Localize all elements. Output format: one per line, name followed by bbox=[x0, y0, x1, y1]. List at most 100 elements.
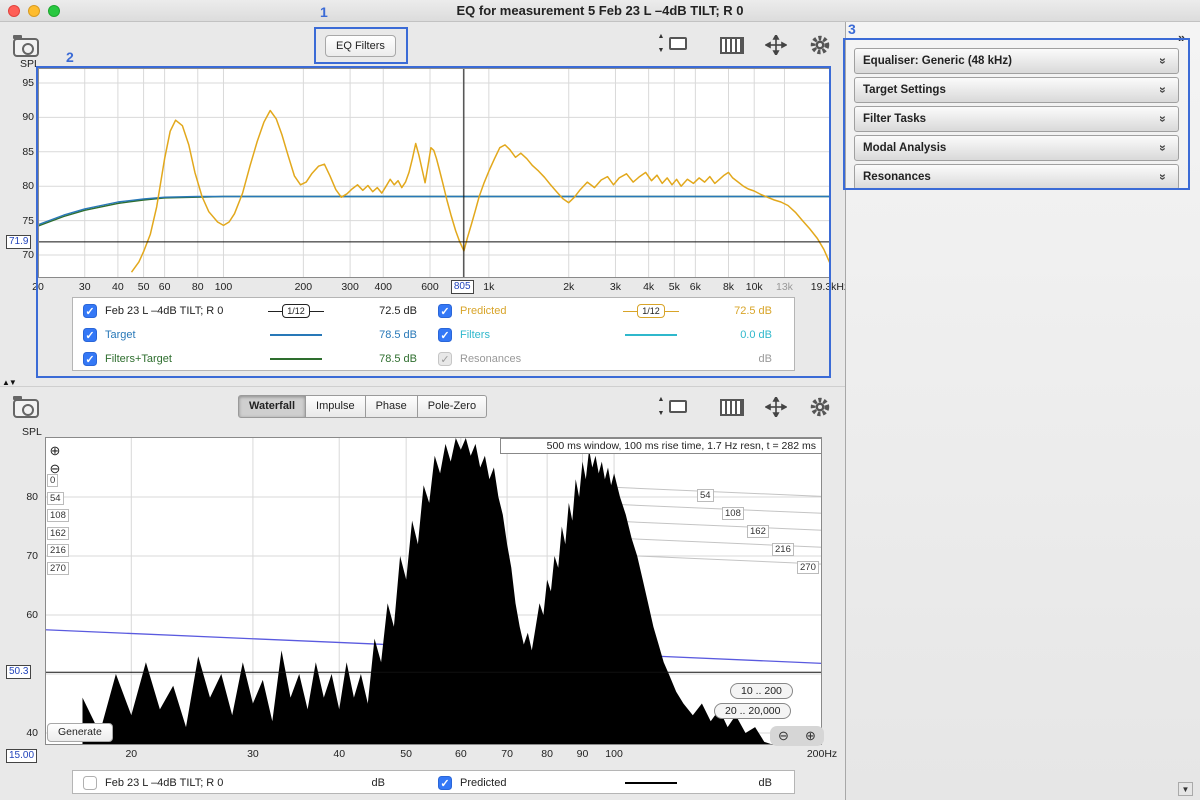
x-tick-label: 300 bbox=[341, 281, 359, 293]
capture-image-icon-bottom[interactable] bbox=[13, 396, 39, 418]
gear-icon[interactable] bbox=[808, 33, 832, 57]
resonances-value: dB bbox=[758, 353, 772, 365]
time-slice-label: 270 bbox=[797, 561, 819, 574]
x-tick-label: 10k bbox=[745, 281, 763, 293]
x-tick-label: 600 bbox=[421, 281, 439, 293]
zoom-in-icon[interactable]: ⊕ bbox=[805, 728, 816, 744]
filters-target-label: Filters+Target bbox=[105, 353, 172, 365]
range-20-20000-button[interactable]: 20 .. 20,000 bbox=[714, 703, 792, 719]
measurement-up-icon-bottom[interactable]: ▲ bbox=[655, 396, 667, 403]
x-tick-label: 20 bbox=[32, 281, 44, 293]
resonances-checkbox[interactable]: ✓ bbox=[438, 352, 452, 366]
measurement-smoothing-control[interactable]: 1/12 bbox=[253, 304, 339, 318]
y-tick-label: 75 bbox=[22, 214, 34, 227]
capture-image-icon[interactable] bbox=[13, 35, 39, 57]
app-window: EQ for measurement 5 Feb 23 L –4dB TILT;… bbox=[0, 0, 1200, 800]
measurement-down-icon-bottom[interactable]: ▼ bbox=[655, 410, 667, 417]
x-tick-label: 60 bbox=[455, 748, 467, 760]
time-slice-label: 54 bbox=[697, 489, 714, 502]
target-checkbox[interactable]: ✓ bbox=[83, 328, 97, 342]
panel-scroll-down-icon[interactable]: ▼ bbox=[1178, 782, 1193, 796]
waterfall-measurement-value: dB bbox=[371, 777, 385, 789]
filters-target-checkbox[interactable]: ✓ bbox=[83, 352, 97, 366]
chevron-expand-icon: » bbox=[1156, 173, 1170, 181]
tab-waterfall[interactable]: Waterfall bbox=[238, 395, 307, 418]
x-tick-label: 100 bbox=[214, 281, 233, 293]
accordion-equaliser[interactable]: Equaliser: Generic (48 kHz) » bbox=[854, 48, 1179, 74]
pan-arrows-icon-bottom[interactable] bbox=[765, 397, 787, 417]
zoom-out-icon[interactable]: ⊖ bbox=[778, 728, 789, 744]
time-slice-label: 216 bbox=[47, 544, 69, 557]
x-tick-label: 70 bbox=[501, 748, 513, 760]
x-tick-label: 30 bbox=[247, 748, 259, 760]
x-tick-label: 40 bbox=[333, 748, 346, 760]
filters-line-sample bbox=[625, 334, 677, 336]
time-slice-label: 54 bbox=[47, 491, 64, 505]
resonances-label: Resonances bbox=[460, 353, 522, 365]
panes-layout-icon-bottom[interactable] bbox=[720, 399, 744, 416]
bottom-cursor-db-readout: 50.3 bbox=[6, 665, 32, 680]
target-line-sample bbox=[270, 334, 322, 336]
tab-phase[interactable]: Phase bbox=[365, 395, 418, 418]
x-tick-label: 90 bbox=[576, 748, 589, 760]
x-tick-label: 200 bbox=[294, 281, 313, 293]
filters-checkbox[interactable]: ✓ bbox=[438, 328, 452, 342]
accordion-modal-analysis[interactable]: Modal Analysis » bbox=[854, 135, 1179, 161]
annotation-label-3: 3 bbox=[848, 21, 856, 37]
waterfall-zoom-out-icon[interactable]: ⊖ bbox=[47, 461, 63, 477]
filters-target-line-sample bbox=[270, 358, 322, 360]
range-10-200-button[interactable]: 10 .. 200 bbox=[730, 683, 793, 699]
bottom-legend: Feb 23 L –4dB TILT; R 0 dB ✓ Predicted d… bbox=[72, 770, 795, 794]
collapse-panel-icon[interactable]: » bbox=[1178, 30, 1185, 45]
generate-button[interactable]: Generate bbox=[47, 723, 113, 742]
x-tick-label: 6k bbox=[689, 281, 701, 293]
accordion-target-settings[interactable]: Target Settings » bbox=[854, 77, 1179, 103]
accordion-resonances[interactable]: Resonances » bbox=[854, 164, 1179, 190]
tab-impulse[interactable]: Impulse bbox=[306, 395, 366, 418]
x-tick-label: 400 bbox=[374, 281, 393, 293]
y-tick-label: 95 bbox=[22, 77, 34, 89]
panes-layout-icon[interactable] bbox=[720, 37, 744, 54]
predicted-smoothing-control[interactable]: 1/12 bbox=[608, 304, 694, 318]
x-tick-label: 80 bbox=[541, 748, 553, 760]
eq-spl-chart[interactable] bbox=[38, 68, 830, 278]
measurement-down-icon[interactable]: ▼ bbox=[655, 47, 667, 54]
pan-arrows-icon[interactable] bbox=[765, 35, 787, 55]
time-slice-label: 216 bbox=[772, 543, 794, 556]
predicted-value: 72.5 dB bbox=[734, 305, 772, 317]
x-tick-label: 40 bbox=[112, 281, 124, 293]
measurement-up-icon[interactable]: ▲ bbox=[655, 33, 667, 40]
waterfall-info-text: 500 ms window, 100 ms rise time, 1.7 Hz … bbox=[500, 438, 822, 454]
tab-pole-zero[interactable]: Pole-Zero bbox=[417, 395, 488, 418]
y-tick-label: 60 bbox=[26, 609, 38, 621]
waterfall-measurement-checkbox[interactable] bbox=[83, 776, 97, 790]
filters-label: Filters bbox=[460, 329, 490, 341]
x-tick-label: 60 bbox=[158, 281, 171, 293]
gear-icon-bottom[interactable] bbox=[808, 395, 832, 419]
waterfall-zoom-in-icon[interactable]: ⊕ bbox=[47, 443, 63, 459]
x-tick-label: 50 bbox=[137, 281, 150, 293]
time-slice-label: 270 bbox=[47, 561, 69, 575]
annotation-label-1: 1 bbox=[320, 4, 328, 20]
x-tick-label: 80 bbox=[191, 281, 204, 293]
pane-divider-handle[interactable]: ▲▼ bbox=[2, 378, 17, 387]
waterfall-chart[interactable] bbox=[45, 437, 822, 745]
annotation-label-2: 2 bbox=[66, 49, 74, 65]
measurement-checkbox[interactable]: ✓ bbox=[83, 304, 97, 318]
window-title: EQ for measurement 5 Feb 23 L –4dB TILT;… bbox=[456, 3, 744, 18]
waterfall-predicted-checkbox[interactable]: ✓ bbox=[438, 776, 452, 790]
eq-filters-button[interactable]: EQ Filters bbox=[325, 35, 396, 57]
target-value: 78.5 dB bbox=[379, 329, 417, 341]
top-legend: ✓ Feb 23 L –4dB TILT; R 0 1/12 72.5 dB ✓… bbox=[72, 297, 795, 371]
x-tick-label: 3k bbox=[609, 281, 621, 293]
bottom-tabs: Waterfall Impulse Phase Pole-Zero bbox=[238, 395, 488, 418]
top-spl-axis-label: SPL bbox=[20, 58, 40, 70]
chevron-expand-icon: » bbox=[1156, 86, 1170, 94]
x-tick-label: 30 bbox=[78, 281, 91, 293]
pane-divider[interactable] bbox=[0, 386, 845, 387]
accordion-filter-tasks[interactable]: Filter Tasks » bbox=[854, 106, 1179, 132]
target-label: Target bbox=[105, 329, 136, 341]
predicted-checkbox[interactable]: ✓ bbox=[438, 304, 452, 318]
predicted-label: Predicted bbox=[460, 305, 507, 317]
time-slice-label: 108 bbox=[47, 509, 69, 522]
